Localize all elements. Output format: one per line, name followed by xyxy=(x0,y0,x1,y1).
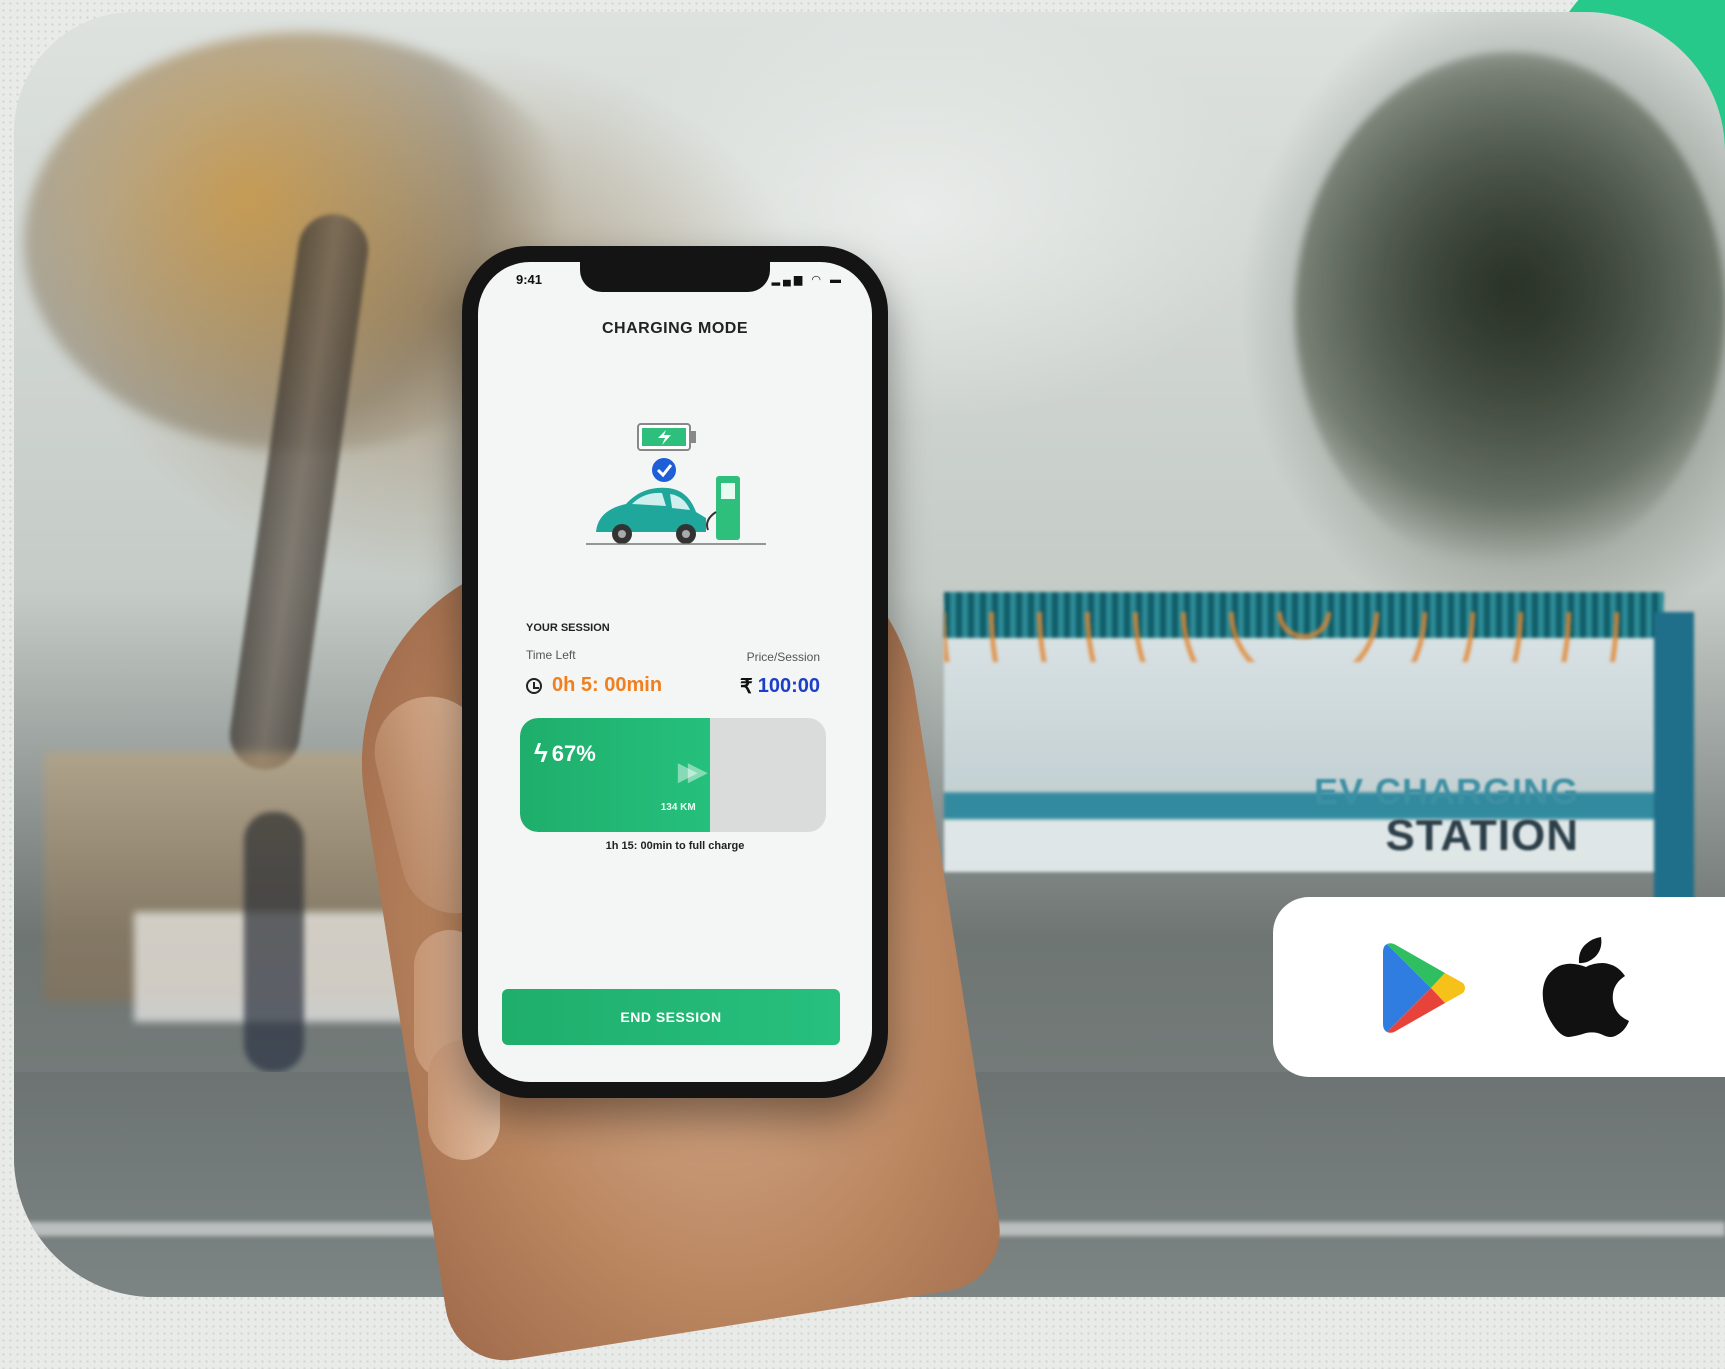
page-title: CHARGING MODE xyxy=(601,320,749,337)
rupee-icon: ₹ xyxy=(739,676,753,698)
status-time: 9:41 xyxy=(516,272,543,287)
price-text: 100:00 xyxy=(757,675,820,697)
price-label: Price/Session xyxy=(746,650,820,664)
station-sign: EV CHARGING STATION xyxy=(1314,772,1579,860)
station-sign-line-2: STATION xyxy=(1385,811,1580,860)
station-pillar xyxy=(1654,612,1694,912)
marigold-garland xyxy=(944,612,1664,662)
time-left-value: 0h 5: 00min xyxy=(526,674,662,697)
end-session-button[interactable]: END SESSION xyxy=(502,989,840,1045)
fast-forward-icon: ▶▶ xyxy=(677,756,708,786)
charger-station-icon xyxy=(706,476,740,540)
bolt-icon: ϟ xyxy=(534,738,548,768)
time-left-label: Time Left xyxy=(526,648,576,662)
phone-screen: 9:41 ▂▄▆ ◠ ▬ CHARGING MODE YOUR SESSION … xyxy=(478,262,872,1082)
full-charge-estimate: 1h 15: 00min to full charge xyxy=(605,840,745,852)
check-badge-icon xyxy=(652,458,676,482)
status-bar-icons: ▂▄▆ ◠ ▬ xyxy=(771,274,844,286)
smartphone: 9:41 ▂▄▆ ◠ ▬ CHARGING MODE YOUR SESSION … xyxy=(462,246,888,1098)
phone-notch xyxy=(580,262,770,292)
session-label: YOUR SESSION xyxy=(526,622,610,634)
battery-icon xyxy=(637,423,696,451)
app-store-card xyxy=(1273,897,1725,1077)
battery-progress-bar: ϟ 67% ▶▶ 134 KM xyxy=(520,718,826,832)
station-sign-line-1: EV CHARGING xyxy=(1314,771,1580,812)
battery-percent-text: 67% xyxy=(551,740,596,766)
battery-percent: ϟ 67% xyxy=(534,738,596,769)
background-person xyxy=(244,812,304,1072)
apple-icon[interactable] xyxy=(1541,933,1631,1037)
time-left-text: 0h 5: 00min xyxy=(552,674,663,696)
car-icon xyxy=(596,487,706,544)
range-value: 134 KM xyxy=(660,802,696,813)
ev-charging-illustration xyxy=(586,423,766,545)
price-value: ₹ 100:00 xyxy=(740,674,820,699)
clock-icon xyxy=(526,677,542,694)
tree-foliage-right xyxy=(1295,52,1725,572)
battery-progress-fill: ϟ 67% ▶▶ 134 KM xyxy=(520,718,710,832)
google-play-icon[interactable] xyxy=(1383,942,1467,1034)
